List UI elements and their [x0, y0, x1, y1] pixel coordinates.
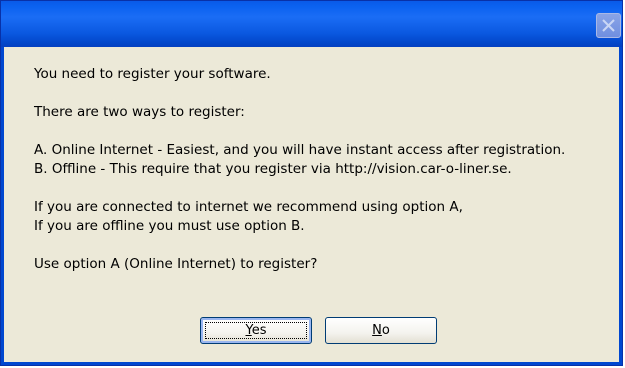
- window-frame-left: [1, 47, 4, 365]
- message-line: If you are offline you must use option B…: [34, 218, 305, 234]
- message-line: [34, 179, 619, 198]
- message-line: You need to register your software.: [34, 66, 271, 82]
- window-frame-bottom: [1, 362, 622, 365]
- window-frame-right: [619, 47, 622, 365]
- close-icon: [602, 19, 615, 32]
- focus-ring: [205, 322, 307, 339]
- no-mnemonic: N: [372, 323, 382, 338]
- message-line: There are two ways to register:: [34, 104, 245, 120]
- title-bar[interactable]: [1, 1, 622, 47]
- message-line: [34, 236, 619, 255]
- message-line: Use option A (Online Internet) to regist…: [34, 256, 318, 272]
- yes-button[interactable]: Yes: [200, 317, 312, 344]
- register-dialog: You need to register your software. Ther…: [0, 0, 623, 366]
- no-button[interactable]: No: [325, 317, 437, 344]
- no-label: o: [381, 323, 390, 338]
- message-line: [34, 122, 619, 141]
- close-button[interactable]: [596, 13, 621, 38]
- message-line: [34, 84, 619, 103]
- message-line: B. Offline - This require that you regis…: [34, 161, 512, 177]
- message-line: A. Online Internet - Easiest, and you wi…: [34, 142, 566, 158]
- message-line: If you are connected to internet we reco…: [34, 199, 463, 215]
- dialog-message: You need to register your software. Ther…: [34, 65, 619, 274]
